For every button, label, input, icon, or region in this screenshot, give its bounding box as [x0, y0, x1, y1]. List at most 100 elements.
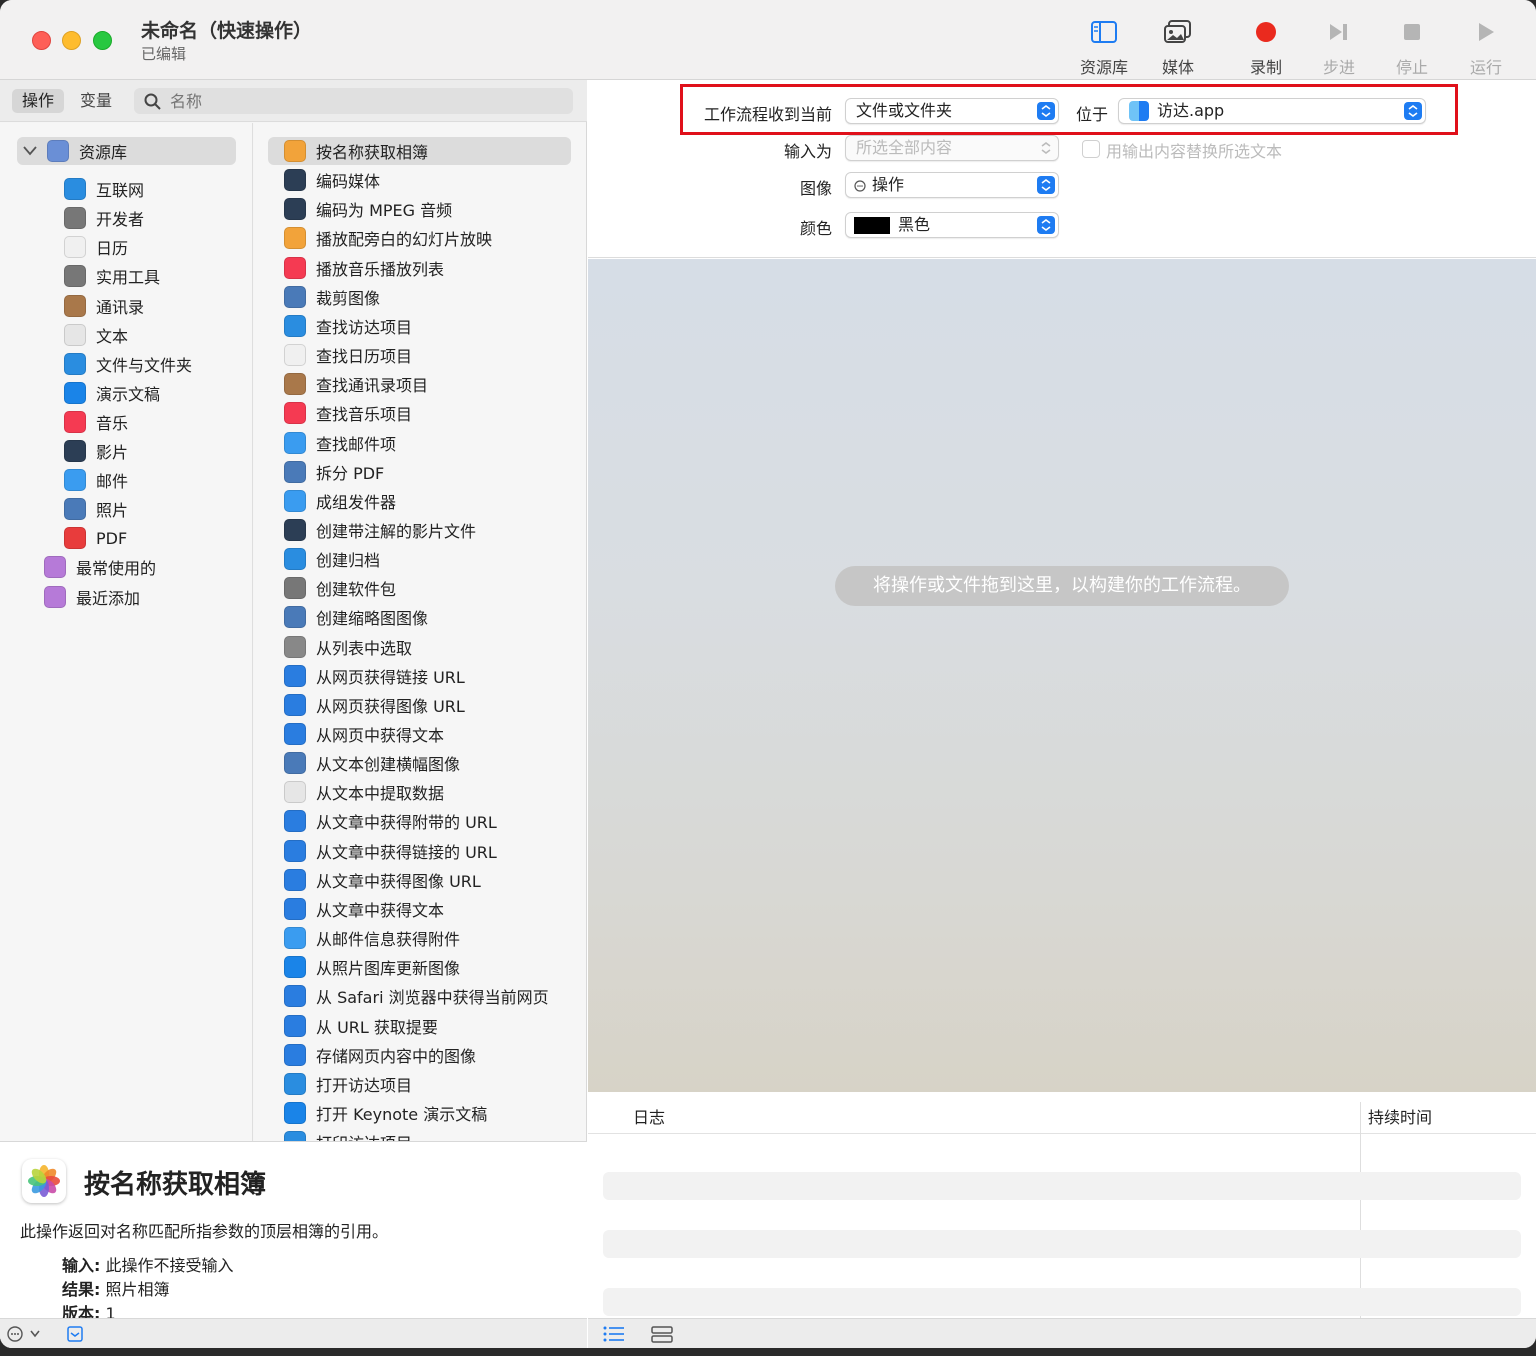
list-view-icon[interactable]	[603, 1326, 625, 1342]
action-item[interactable]: 从列表中选取	[268, 633, 571, 661]
library-item[interactable]: 日历	[64, 233, 224, 261]
more-options-icon[interactable]	[7, 1326, 45, 1342]
step-toolbar-button[interactable]: 步进	[1304, 16, 1374, 78]
library-toolbar-button[interactable]: 资源库	[1069, 16, 1139, 78]
in-label: 位于	[1075, 105, 1108, 124]
library-item-label: 邮件	[96, 472, 129, 492]
library-item[interactable]: 文件与文件夹	[64, 350, 224, 378]
run-toolbar-button[interactable]: 运行	[1451, 16, 1521, 78]
close-button[interactable]	[32, 31, 51, 50]
action-item[interactable]: 创建带注解的影片文件	[268, 516, 571, 544]
action-item[interactable]: 查找通讯录项目	[268, 370, 571, 398]
action-item-label: 编码媒体	[316, 172, 381, 192]
workflow-canvas[interactable]: 将操作或文件拖到这里，以构建你的工作流程。	[588, 259, 1536, 1092]
library-item[interactable]: 通讯录	[64, 292, 224, 320]
photos-icon	[22, 1159, 66, 1203]
action-item[interactable]: 拆分 PDF	[268, 458, 571, 486]
receives-popup[interactable]: 文件或文件夹	[845, 98, 1059, 124]
input-is-label: 输入为	[783, 142, 832, 161]
library-item[interactable]: 文本	[64, 321, 224, 349]
action-item-label: 从文章中获得链接的 URL	[316, 842, 497, 862]
library-item[interactable]: 最常使用的	[44, 553, 204, 581]
library-item[interactable]: 音乐	[64, 408, 224, 436]
record-toolbar-button[interactable]: 录制	[1231, 16, 1301, 78]
minimize-button[interactable]	[62, 31, 81, 50]
media-toolbar-button[interactable]: 媒体	[1143, 16, 1213, 78]
library-item[interactable]: 演示文稿	[64, 379, 224, 407]
library-item[interactable]: 照片	[64, 495, 224, 523]
action-item[interactable]: 从 Safari 浏览器中获得当前网页	[268, 982, 571, 1010]
library-item[interactable]: 互联网	[64, 175, 224, 203]
action-item[interactable]: 创建归档	[268, 545, 571, 573]
action-item[interactable]: 创建缩略图图像	[268, 603, 571, 631]
input-is-popup[interactable]: 所选全部内容	[845, 135, 1059, 161]
action-item[interactable]: 从文章中获得链接的 URL	[268, 837, 571, 865]
search-input[interactable]	[170, 90, 560, 112]
action-item[interactable]: 成组发件器	[268, 487, 571, 515]
color-popup[interactable]: 黑色	[845, 212, 1059, 238]
application-popup[interactable]: 访达.app	[1118, 98, 1426, 124]
action-item[interactable]: 播放配旁白的幻灯片放映	[268, 224, 571, 252]
description-title: 按名称获取相簿	[84, 1170, 267, 1200]
chevron-down-icon[interactable]	[21, 145, 41, 157]
action-item[interactable]: 裁剪图像	[268, 283, 571, 311]
action-item[interactable]: 按名称获取相簿	[268, 137, 571, 165]
action-item[interactable]: 查找访达项目	[268, 312, 571, 340]
action-item[interactable]: 从文本中提取数据	[268, 778, 571, 806]
library-item[interactable]: 影片	[64, 437, 224, 465]
action-item[interactable]: 创建软件包	[268, 574, 571, 602]
library-item-label: 影片	[96, 443, 129, 462]
library-item[interactable]: 邮件	[64, 466, 224, 494]
action-item-label: 查找访达项目	[316, 317, 413, 337]
action-item[interactable]: 从 URL 获取提要	[268, 1012, 571, 1040]
library-item[interactable]: 最近添加	[44, 583, 204, 611]
action-item[interactable]: 查找日历项目	[268, 341, 571, 369]
tab-actions[interactable]: 操作	[12, 89, 65, 113]
library-item[interactable]: 实用工具	[64, 262, 224, 290]
media-toolbar-label: 媒体	[1161, 58, 1194, 77]
action-item[interactable]: 从网页中获得文本	[268, 720, 571, 748]
action-item[interactable]: 从邮件信息获得附件	[268, 924, 571, 952]
log-column-header[interactable]: 日志	[633, 1104, 665, 1128]
action-item[interactable]: 查找邮件项	[268, 429, 571, 457]
image-popup[interactable]: 操作	[845, 172, 1059, 198]
action-item[interactable]: 编码为 MPEG 音频	[268, 195, 571, 223]
action-item[interactable]: 查找音乐项目	[268, 399, 571, 427]
action-item[interactable]: 存储网页内容中的图像	[268, 1041, 571, 1069]
action-item[interactable]: 从文章中获得文本	[268, 895, 571, 923]
preview-icon	[284, 285, 306, 308]
search-field[interactable]	[134, 88, 573, 114]
library-item[interactable]: 资源库	[17, 137, 236, 165]
maximize-button[interactable]	[93, 31, 112, 50]
action-item[interactable]: 从文本创建横幅图像	[268, 749, 571, 777]
action-item[interactable]: 播放音乐播放列表	[268, 254, 571, 282]
description-input: 输入: 此操作不接受输入	[62, 1256, 234, 1275]
duration-column-header[interactable]: 持续时间	[1368, 1104, 1432, 1128]
action-description: 按名称获取相簿 此操作返回对名称匹配所指参数的顶层相簿的引用。 输入: 此操作不…	[0, 1141, 587, 1323]
action-item[interactable]: 从网页获得图像 URL	[268, 691, 571, 719]
action-item[interactable]: 从网页获得链接 URL	[268, 662, 571, 690]
application-value: 访达.app	[1157, 101, 1225, 120]
stop-toolbar-button[interactable]: 停止	[1377, 16, 1447, 78]
calendar-icon	[64, 236, 86, 259]
library-toolbar-label: 资源库	[1079, 58, 1128, 77]
library-list: 资源库互联网 开发者 日历 实用工具 通讯录 文本 文件与文件夹 演示文稿 音乐影片邮件照片 PD…	[0, 123, 253, 1141]
action-item[interactable]: 从文章中获得图像 URL	[268, 866, 571, 894]
library-item[interactable]: PDF	[64, 524, 224, 552]
action-item[interactable]: 从文章中获得附带的 URL	[268, 807, 571, 835]
run-toolbar-label: 运行	[1469, 58, 1502, 77]
replace-selection-checkbox[interactable]	[1082, 140, 1100, 158]
description-toggle-icon[interactable]	[67, 1326, 83, 1342]
action-item[interactable]: 编码媒体	[268, 166, 571, 194]
tab-variables[interactable]: 变量	[70, 89, 122, 113]
mail-icon	[284, 431, 306, 454]
right-footer	[588, 1318, 1536, 1348]
action-item[interactable]: 打开 Keynote 演示文稿	[268, 1099, 571, 1127]
split-view-icon[interactable]	[651, 1326, 673, 1343]
action-item[interactable]: 打开访达项目	[268, 1070, 571, 1098]
safari-icon	[284, 810, 306, 833]
action-item-label: 打印访达项目	[316, 1130, 412, 1141]
action-item[interactable]: 从照片图库更新图像	[268, 953, 571, 981]
action-item[interactable]: 打印访达项目	[268, 1128, 571, 1141]
library-item[interactable]: 开发者	[64, 204, 224, 232]
